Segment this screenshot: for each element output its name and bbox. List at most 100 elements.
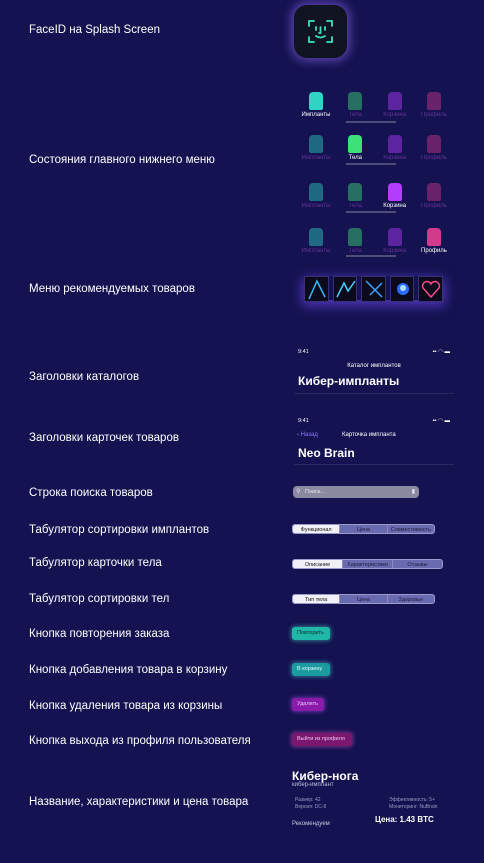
nav-label: Корзина (383, 112, 407, 118)
card-big-title: Neo Brain (298, 446, 355, 460)
repeat-order-button[interactable]: Повторить (292, 627, 330, 640)
product-version: Версия: DC-8 (295, 804, 327, 810)
label-recommended: Меню рекомендуемых товаров (29, 283, 195, 295)
status-time: 9:41 (298, 349, 309, 355)
heart-thumb-icon (422, 280, 441, 299)
recommend-label: Рекомендуем (292, 821, 330, 827)
label-body-sort-tabs: Табулятор сортировки тел (29, 593, 170, 605)
label-card-headers: Заголовки карточек товаров (29, 432, 179, 444)
profile-icon (426, 92, 441, 110)
home-indicator (346, 255, 396, 257)
label-search: Строка поиска товаров (29, 487, 153, 499)
label-product-info: Название, характеристики и цена товара (29, 796, 249, 808)
logout-button[interactable]: Выйти из профиля (292, 733, 352, 746)
nav-label: Корзина (383, 155, 407, 161)
nav-item-implants[interactable]: Импланты (300, 92, 332, 126)
profile-icon (426, 183, 441, 201)
label-catalog-headers: Заголовки каталогов (29, 371, 140, 383)
card-header: 9:41 ▪▪ ◠ ▬ ‹ Назад Карточка импланта Neo… (294, 418, 454, 465)
nav-label: Профиль (421, 112, 447, 118)
nav-item-profile[interactable]: Профиль (418, 228, 450, 262)
implant-thumb-icon (396, 283, 409, 295)
label-add-to-cart: Кнопка добавления товара в корзину (29, 664, 228, 676)
status-icons: ▪▪ ◠ ▬ (432, 418, 450, 424)
body-card-tabs: Описание Характеристики Отзывы (292, 559, 443, 569)
status-time: 9:41 (298, 418, 309, 424)
body-icon (348, 135, 363, 153)
implant-icon (309, 92, 323, 110)
profile-icon (426, 228, 441, 246)
status-bar: 9:41 ▪▪ ◠ ▬ (294, 349, 454, 355)
cart-icon (387, 135, 402, 153)
nav-item-implants[interactable]: Импланты (300, 135, 332, 169)
faceid-app-icon (294, 5, 347, 58)
card-small-title: Карточка импланта (342, 432, 396, 438)
nav-label: Корзина (383, 203, 407, 209)
tab-price[interactable]: Цена (339, 595, 386, 603)
nav-label: Тела (348, 112, 362, 118)
tab-compatibility[interactable]: Совместимость (386, 525, 434, 533)
recommended-item[interactable] (304, 276, 329, 302)
implant-icon (309, 183, 323, 201)
body-icon (348, 183, 363, 201)
back-button[interactable]: ‹ Назад (297, 432, 318, 438)
search-icon: ⚲ (296, 489, 301, 495)
recommended-item[interactable] (389, 276, 415, 302)
nav-item-profile[interactable]: Профиль (418, 135, 450, 169)
cart-icon (387, 92, 402, 110)
search-placeholder: Поиск... (305, 489, 325, 495)
label-repeat-order: Кнопка повторения заказа (29, 628, 170, 640)
implant-thumb-icon (365, 280, 383, 298)
nav-label: Тела (348, 155, 362, 161)
microphone-icon[interactable]: ▮ (412, 486, 415, 498)
tab-health[interactable]: Здоровье (386, 595, 434, 603)
tab-body-type[interactable]: Тип тела (293, 595, 340, 603)
remove-from-cart-button[interactable]: Удалить (292, 698, 324, 711)
label-nav-states: Состояния главного нижнего меню (29, 154, 215, 166)
faceid-icon (308, 20, 333, 43)
implant-thumb-icon (335, 280, 356, 298)
implant-thumb-icon (308, 279, 326, 300)
add-to-cart-button[interactable]: В корзину (292, 663, 330, 676)
profile-icon (426, 135, 441, 153)
status-bar: 9:41 ▪▪ ◠ ▬ (294, 418, 454, 424)
implant-icon (309, 228, 323, 246)
back-label: Назад (300, 432, 318, 438)
nav-label: Тела (348, 248, 362, 254)
tab-description[interactable]: Описание (293, 560, 342, 568)
search-bar[interactable]: ⚲ Поиск... ▮ (293, 486, 419, 498)
body-icon (348, 228, 363, 246)
product-name: Кибер-нога (292, 769, 359, 783)
nav-item-implants[interactable]: Импланты (300, 183, 332, 217)
nav-item-implants[interactable]: Импланты (300, 228, 332, 262)
catalog-big-title: Кибер-импланты (298, 374, 400, 388)
product-subtitle: кибер-имплант (292, 782, 334, 788)
recommended-item[interactable] (418, 276, 443, 302)
home-indicator (346, 163, 396, 165)
tab-functionality[interactable]: Функционал (293, 525, 340, 533)
nav-label: Импланты (301, 112, 331, 118)
product-monitoring: Мониторинг: NuBrain (389, 804, 438, 810)
label-logout: Кнопка выхода из профиля пользователя (29, 735, 251, 747)
implant-sort-tabs: Функционал Цена Совместимость (292, 524, 435, 534)
cart-icon (387, 183, 402, 201)
label-remove-from-cart: Кнопка удаления товара из корзины (29, 700, 223, 712)
catalog-header: 9:41 ▪▪ ◠ ▬ Каталог имплантов Кибер-импла… (294, 349, 454, 394)
nav-item-profile[interactable]: Профиль (418, 183, 450, 217)
product-size: Размер: 42 (295, 797, 321, 803)
nav-label: Корзина (383, 248, 407, 254)
nav-label: Профиль (421, 248, 447, 254)
tab-characteristics[interactable]: Характеристики (342, 560, 392, 568)
cart-icon (387, 228, 402, 246)
recommended-item[interactable] (361, 276, 386, 302)
nav-item-profile[interactable]: Профиль (418, 92, 450, 126)
tab-price[interactable]: Цена (339, 525, 386, 533)
label-body-card-tabs: Табулятор карточки тела (29, 557, 162, 569)
tab-reviews[interactable]: Отзывы (392, 560, 442, 568)
status-icons: ▪▪ ◠ ▬ (432, 349, 450, 355)
implant-icon (309, 135, 323, 153)
nav-label: Тела (348, 203, 362, 209)
card-nav-row: ‹ Назад Карточка импланта (294, 432, 454, 441)
recommended-menu (304, 276, 443, 302)
recommended-item[interactable] (332, 276, 358, 302)
